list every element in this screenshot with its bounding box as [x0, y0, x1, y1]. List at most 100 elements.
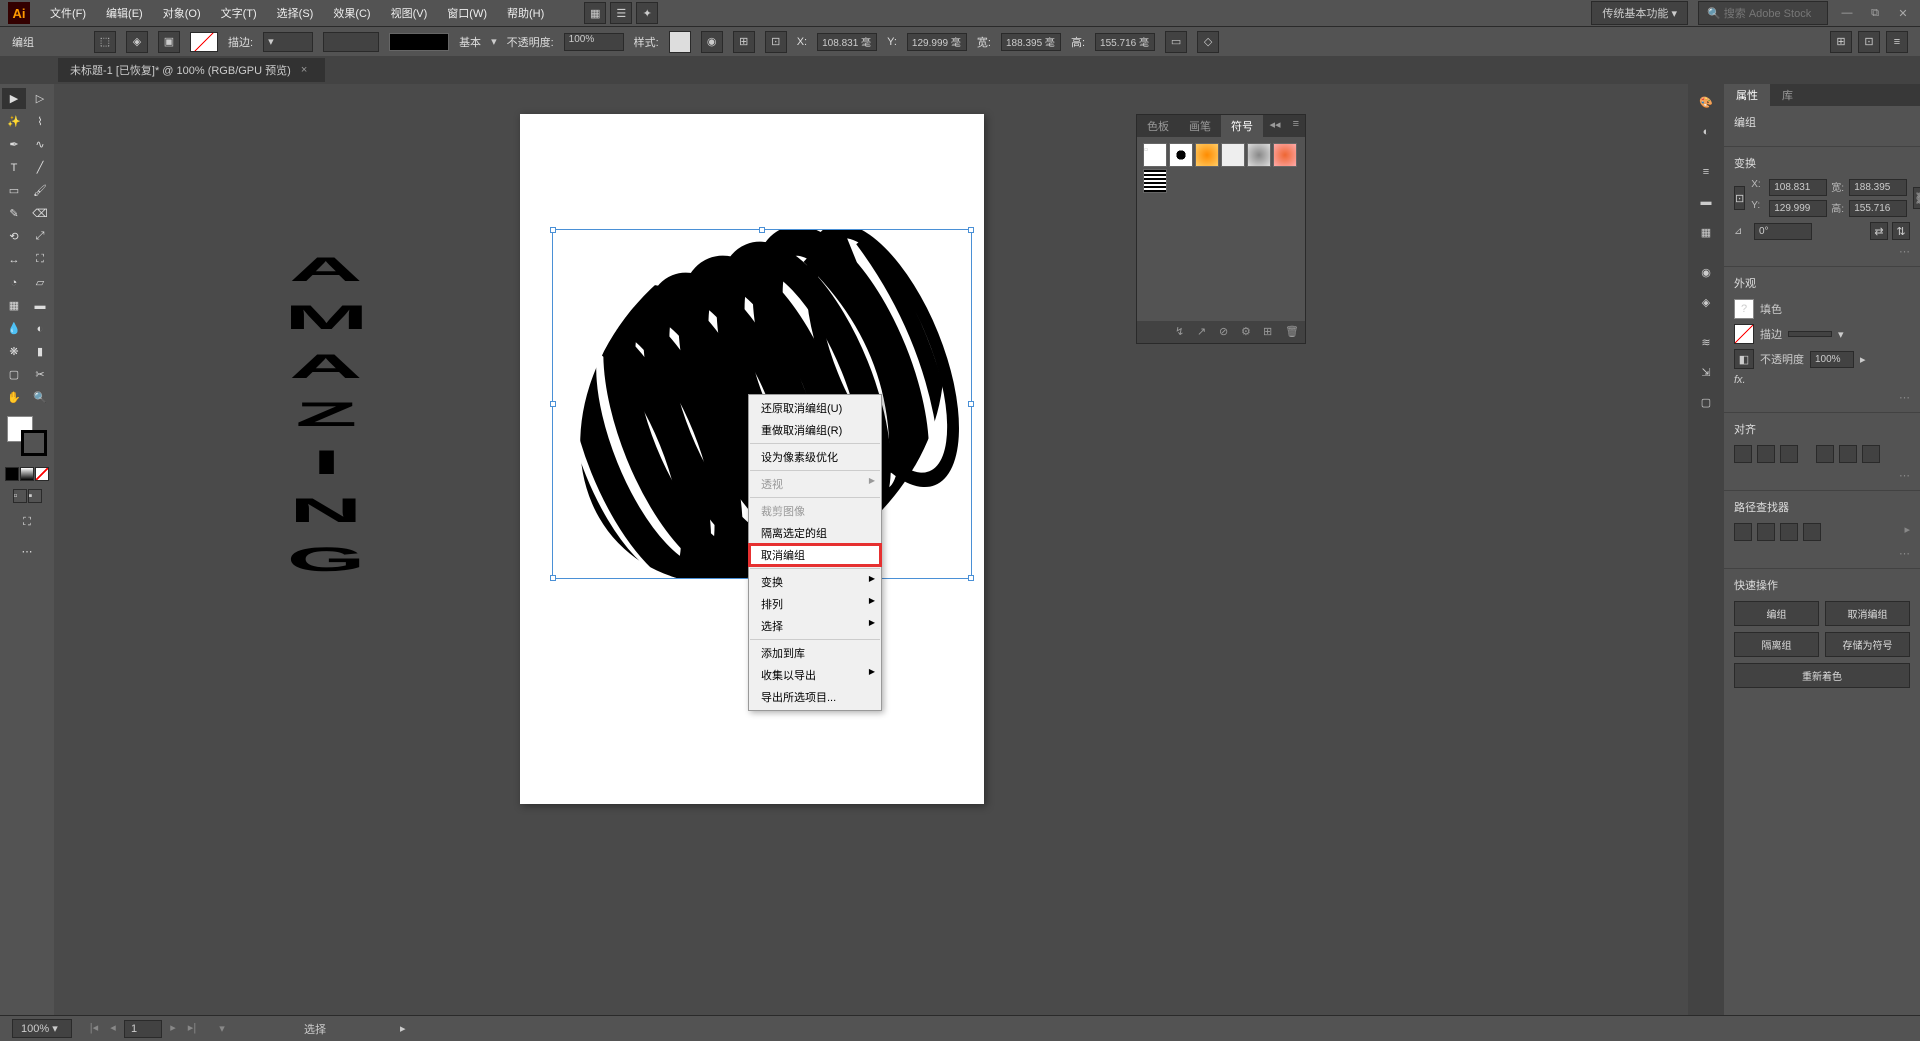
scale-tool[interactable]: ⤢: [28, 226, 52, 247]
perspective-tool[interactable]: ▱: [28, 272, 52, 293]
fill-stroke-selector[interactable]: [7, 416, 47, 456]
pf-expand-icon[interactable]: ▸: [1904, 523, 1910, 541]
workspace-selector[interactable]: 传统基本功能 ▾: [1591, 1, 1688, 25]
ctx-undo[interactable]: 还原取消编组(U): [749, 397, 881, 419]
snap-pixel-icon[interactable]: ⊞: [1830, 31, 1852, 53]
ctx-transform[interactable]: 变换: [749, 571, 881, 593]
symbol-options-icon[interactable]: ⚙: [1241, 325, 1255, 339]
arrange-icon[interactable]: ☰: [610, 2, 632, 24]
opacity-input[interactable]: 100%: [564, 33, 624, 51]
graphic-style-swatch[interactable]: [669, 31, 691, 53]
pf-exclude-icon[interactable]: [1803, 523, 1821, 541]
gradient-panel-icon[interactable]: ▬: [1694, 190, 1718, 214]
align-hcenter-icon[interactable]: [1757, 445, 1775, 463]
ctx-pixel-perfect[interactable]: 设为像素级优化: [749, 446, 881, 468]
y-input[interactable]: 129.999 毫: [907, 33, 967, 51]
symbol-thumb[interactable]: [1169, 143, 1193, 167]
asset-export-icon[interactable]: ⇲: [1694, 360, 1718, 384]
gpu-icon[interactable]: ✦: [636, 2, 658, 24]
color-guide-icon[interactable]: ◐: [1694, 120, 1718, 144]
color-mode[interactable]: [5, 467, 19, 481]
menu-object[interactable]: 对象(O): [155, 2, 209, 24]
opacity-prop[interactable]: 100%: [1810, 351, 1854, 368]
last-artboard-icon[interactable]: ▸|: [184, 1020, 200, 1036]
ctx-select[interactable]: 选择: [749, 615, 881, 637]
symbol-thumb[interactable]: [1143, 169, 1167, 193]
paintbrush-tool[interactable]: 🖌: [28, 180, 52, 201]
swatches-tab[interactable]: 色板: [1137, 115, 1179, 137]
menu-help[interactable]: 帮助(H): [499, 2, 552, 24]
minimize-icon[interactable]: —: [1838, 6, 1856, 20]
symbols-tab[interactable]: 符号: [1221, 115, 1263, 137]
qa-isolate-button[interactable]: 隔离组: [1734, 632, 1819, 657]
align-key-icon[interactable]: ◈: [126, 31, 148, 53]
handle-tr[interactable]: [968, 227, 974, 233]
transparency-panel-icon[interactable]: ▦: [1694, 220, 1718, 244]
qa-save-symbol-button[interactable]: 存储为符号: [1825, 632, 1910, 657]
var-width-profile[interactable]: [323, 32, 379, 52]
first-artboard-icon[interactable]: |◂: [86, 1020, 102, 1036]
align-vcenter-icon[interactable]: [1839, 445, 1857, 463]
menu-window[interactable]: 窗口(W): [439, 2, 495, 24]
eraser-tool[interactable]: ⌫: [28, 203, 52, 224]
graph-tool[interactable]: ▮: [28, 341, 52, 362]
pf-intersect-icon[interactable]: [1780, 523, 1798, 541]
recolor-icon[interactable]: ◉: [701, 31, 723, 53]
bridge-icon[interactable]: ▦: [584, 2, 606, 24]
handle-br[interactable]: [968, 575, 974, 581]
stroke-swatch-prop[interactable]: [1734, 324, 1754, 344]
prop-x[interactable]: 108.831: [1769, 179, 1827, 196]
reference-point[interactable]: ⊡: [1734, 186, 1745, 210]
prop-y[interactable]: 129.999: [1769, 200, 1827, 217]
symbol-thumb[interactable]: [1273, 143, 1297, 167]
eyedropper-tool[interactable]: 💧: [2, 318, 26, 339]
appearance-more-icon[interactable]: ⋯: [1734, 391, 1910, 404]
prop-angle[interactable]: 0°: [1754, 223, 1812, 240]
w-input[interactable]: 188.395 毫: [1001, 33, 1061, 51]
properties-tab[interactable]: 属性: [1724, 84, 1770, 106]
libraries-tab[interactable]: 库: [1770, 84, 1805, 106]
prev-artboard-icon[interactable]: ◂: [105, 1020, 121, 1036]
align-bottom-icon[interactable]: [1862, 445, 1880, 463]
menu-view[interactable]: 视图(V): [383, 2, 436, 24]
fx-label[interactable]: fx.: [1734, 374, 1746, 386]
stroke-color[interactable]: [21, 430, 47, 456]
flip-h-icon[interactable]: ⇄: [1870, 222, 1888, 240]
status-more-icon[interactable]: ▸: [400, 1022, 406, 1035]
shape-props-icon[interactable]: ▭: [1165, 31, 1187, 53]
shape-builder-tool[interactable]: ◔: [2, 272, 26, 293]
magic-wand-tool[interactable]: ✨: [2, 111, 26, 132]
search-stock[interactable]: 🔍 搜索 Adobe Stock: [1698, 1, 1828, 25]
panel-collapse-icon[interactable]: ◂◂: [1264, 115, 1287, 137]
ctx-add-library[interactable]: 添加到库: [749, 642, 881, 664]
pathfinder-more-icon[interactable]: ⋯: [1734, 547, 1910, 560]
bbox-icon[interactable]: ⬚: [94, 31, 116, 53]
blend-tool[interactable]: ◐: [28, 318, 52, 339]
rotate-tool[interactable]: ⟲: [2, 226, 26, 247]
menu-effect[interactable]: 效果(C): [325, 2, 378, 24]
prop-w[interactable]: 188.395: [1849, 179, 1907, 196]
stroke-weight-prop[interactable]: [1788, 331, 1832, 337]
menu-type[interactable]: 文字(T): [213, 2, 265, 24]
zoom-selector[interactable]: 100% ▾: [12, 1019, 72, 1038]
line-tool[interactable]: ╱: [28, 157, 52, 178]
mesh-tool[interactable]: ▦: [2, 295, 26, 316]
selection-tool[interactable]: ▶: [2, 88, 26, 109]
artboard-tool[interactable]: ▢: [2, 364, 26, 385]
handle-bl[interactable]: [550, 575, 556, 581]
hand-tool[interactable]: ✋: [2, 387, 26, 408]
graphic-styles-icon[interactable]: ◈: [1694, 290, 1718, 314]
edit-toolbar[interactable]: ⋯: [15, 541, 39, 562]
menu-select[interactable]: 选择(S): [269, 2, 322, 24]
color-panel-icon[interactable]: 🎨: [1694, 90, 1718, 114]
gradient-tool[interactable]: ▬: [28, 295, 52, 316]
screen-mode[interactable]: ⛶: [15, 512, 39, 533]
ctx-collect-export[interactable]: 收集以导出: [749, 664, 881, 686]
direct-selection-tool[interactable]: ▷: [28, 88, 52, 109]
align-panel-icon[interactable]: ⊞: [733, 31, 755, 53]
draw-normal[interactable]: ▫: [13, 489, 27, 503]
prop-h[interactable]: 155.716: [1849, 200, 1907, 217]
lasso-tool[interactable]: ⌇: [28, 111, 52, 132]
close-icon[interactable]: ✕: [1894, 6, 1912, 20]
transform-ref-icon[interactable]: ⊡: [765, 31, 787, 53]
